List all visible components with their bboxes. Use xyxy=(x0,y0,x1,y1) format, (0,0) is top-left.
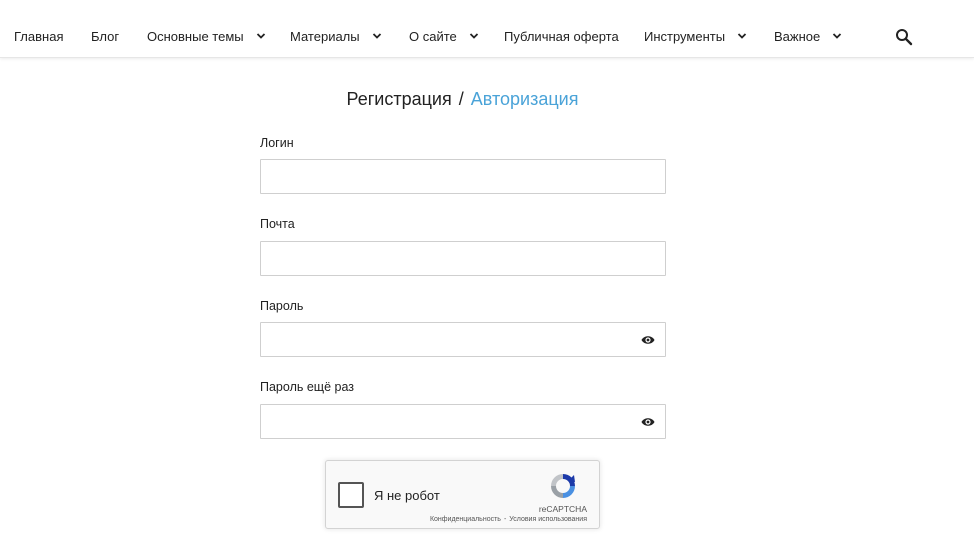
chevron-down-icon xyxy=(832,31,842,41)
login-link[interactable]: Авторизация xyxy=(471,89,579,109)
nav-item-main-topics[interactable]: Основные темы xyxy=(147,22,266,50)
password-repeat-field-wrapper xyxy=(260,404,666,439)
recaptcha-label: Я не робот xyxy=(374,488,440,503)
nav-item-label: Основные темы xyxy=(147,28,244,44)
nav-item-tools[interactable]: Инструменты xyxy=(644,22,747,50)
email-label: Почта xyxy=(260,217,295,231)
title-separator: / xyxy=(458,89,464,109)
title-register: Регистрация xyxy=(346,89,452,109)
password-repeat-label: Пароль ещё раз xyxy=(260,380,355,394)
show-password-eye-icon[interactable] xyxy=(641,334,655,346)
nav-item-label: Главная xyxy=(14,28,64,44)
chevron-down-icon xyxy=(256,31,266,41)
top-navigation: Главная Блог Основные темы Материалы О с… xyxy=(0,0,974,58)
nav-item-public-offer[interactable]: Публичная оферта xyxy=(504,22,619,50)
chevron-down-icon xyxy=(737,31,747,41)
login-label: Логин xyxy=(260,136,294,150)
login-field-wrapper xyxy=(260,159,666,194)
nav-item-about[interactable]: О сайте xyxy=(409,22,479,50)
nav-item-blog[interactable]: Блог xyxy=(91,22,119,50)
login-input[interactable] xyxy=(261,160,665,193)
recaptcha-widget: Я не робот reCAPTCHA Конфиденциальность … xyxy=(325,460,600,529)
recaptcha-links: Конфиденциальность - Условия использован… xyxy=(430,516,587,523)
nav-item-important[interactable]: Важное xyxy=(774,22,842,50)
chevron-down-icon xyxy=(469,31,479,41)
password-input[interactable] xyxy=(261,323,665,356)
recaptcha-logo-icon xyxy=(548,471,578,501)
show-password-repeat-eye-icon[interactable] xyxy=(641,416,655,428)
recaptcha-links-separator: - xyxy=(503,516,507,523)
nav-item-label: Блог xyxy=(91,28,120,44)
nav-item-home[interactable]: Главная xyxy=(14,22,63,50)
search-icon[interactable] xyxy=(895,28,913,46)
page-title: Регистрация / Авторизация xyxy=(0,89,925,110)
recaptcha-terms-link[interactable]: Условия использования xyxy=(509,516,587,523)
nav-item-materials[interactable]: Материалы xyxy=(290,22,382,50)
password-field-wrapper xyxy=(260,322,666,357)
nav-item-label: Инструменты xyxy=(644,28,726,44)
password-repeat-input[interactable] xyxy=(261,405,665,438)
nav-item-label: Публичная оферта xyxy=(504,28,619,44)
email-input[interactable] xyxy=(261,242,665,275)
recaptcha-checkbox[interactable] xyxy=(338,482,364,508)
nav-item-label: Материалы xyxy=(290,28,360,44)
password-label: Пароль xyxy=(260,299,304,313)
email-field-wrapper xyxy=(260,241,666,276)
nav-item-label: Важное xyxy=(774,28,821,44)
nav-item-label: О сайте xyxy=(409,28,457,44)
recaptcha-brand: reCAPTCHA xyxy=(538,504,587,514)
chevron-down-icon xyxy=(372,31,382,41)
recaptcha-privacy-link[interactable]: Конфиденциальность xyxy=(430,516,501,523)
